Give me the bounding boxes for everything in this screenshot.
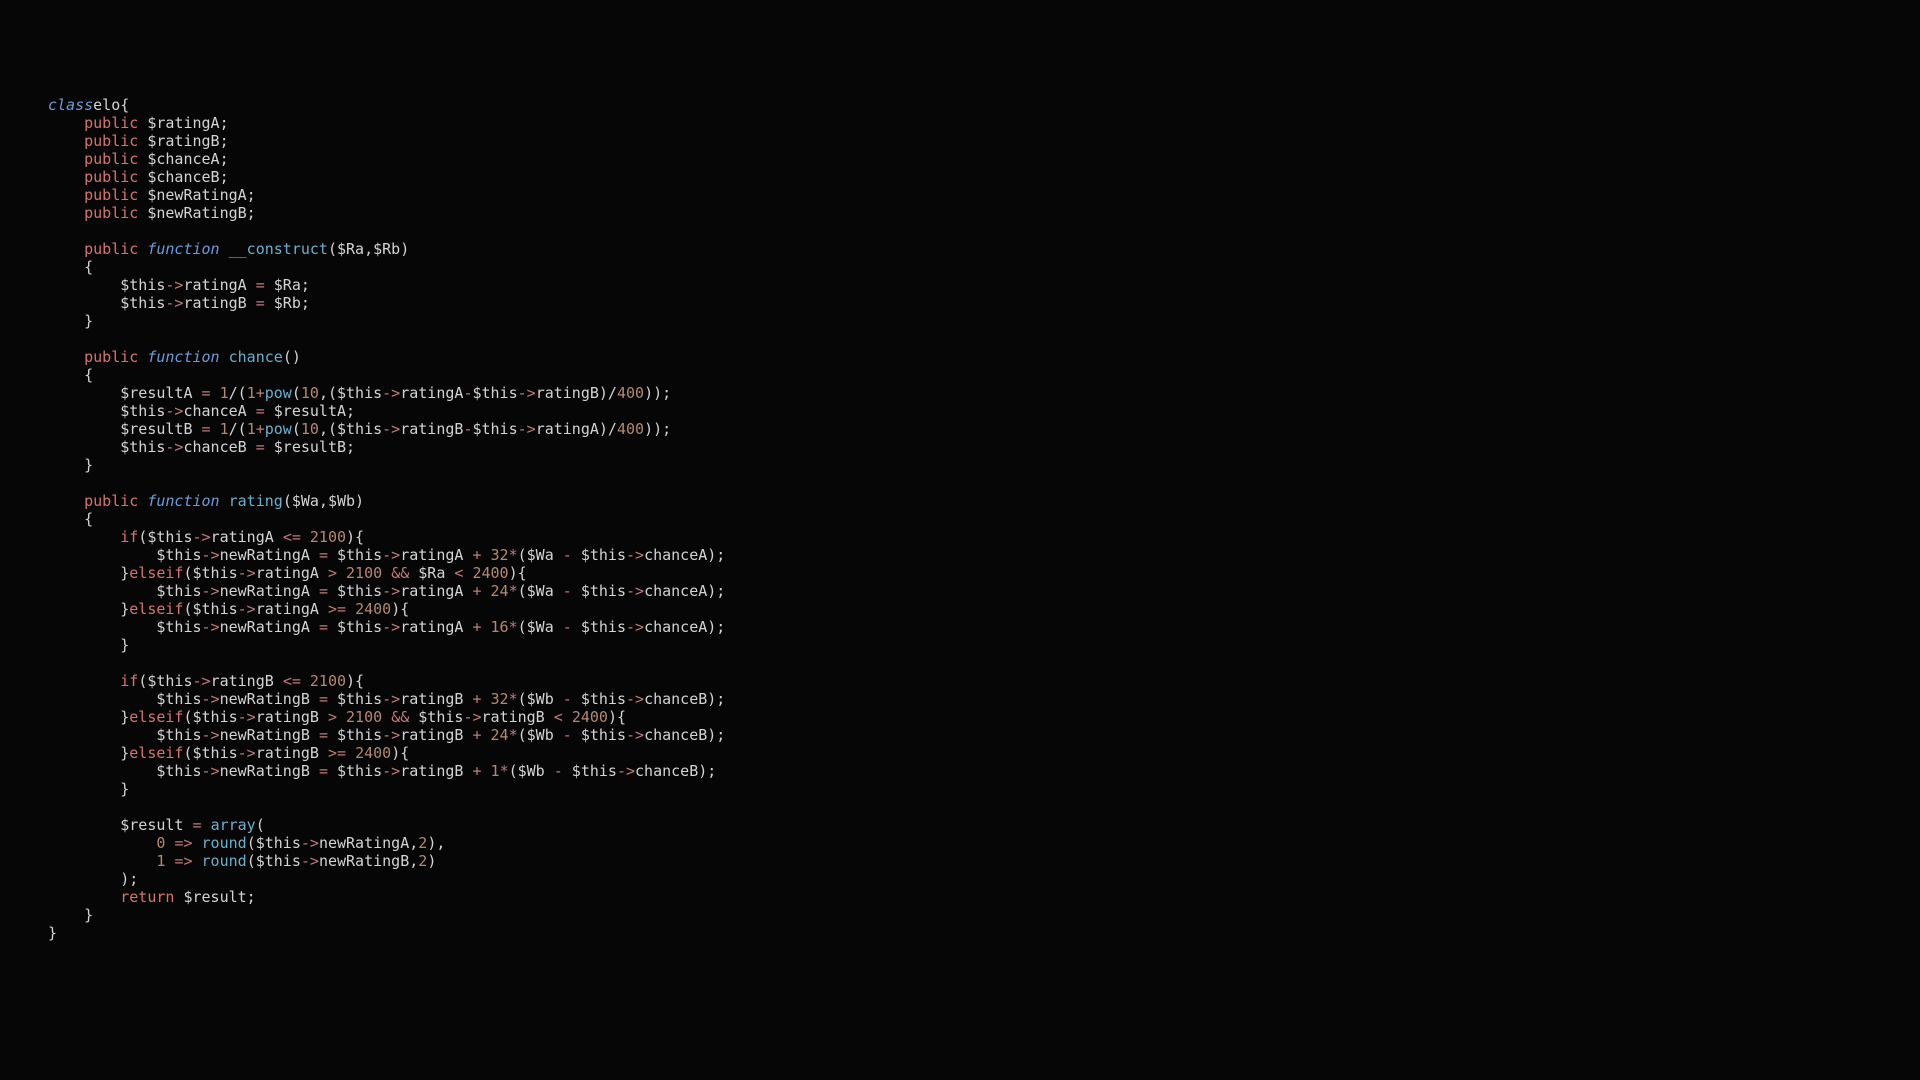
code-editor[interactable]: classelo{ public $ratingA; public $ratin… [0, 0, 1920, 942]
